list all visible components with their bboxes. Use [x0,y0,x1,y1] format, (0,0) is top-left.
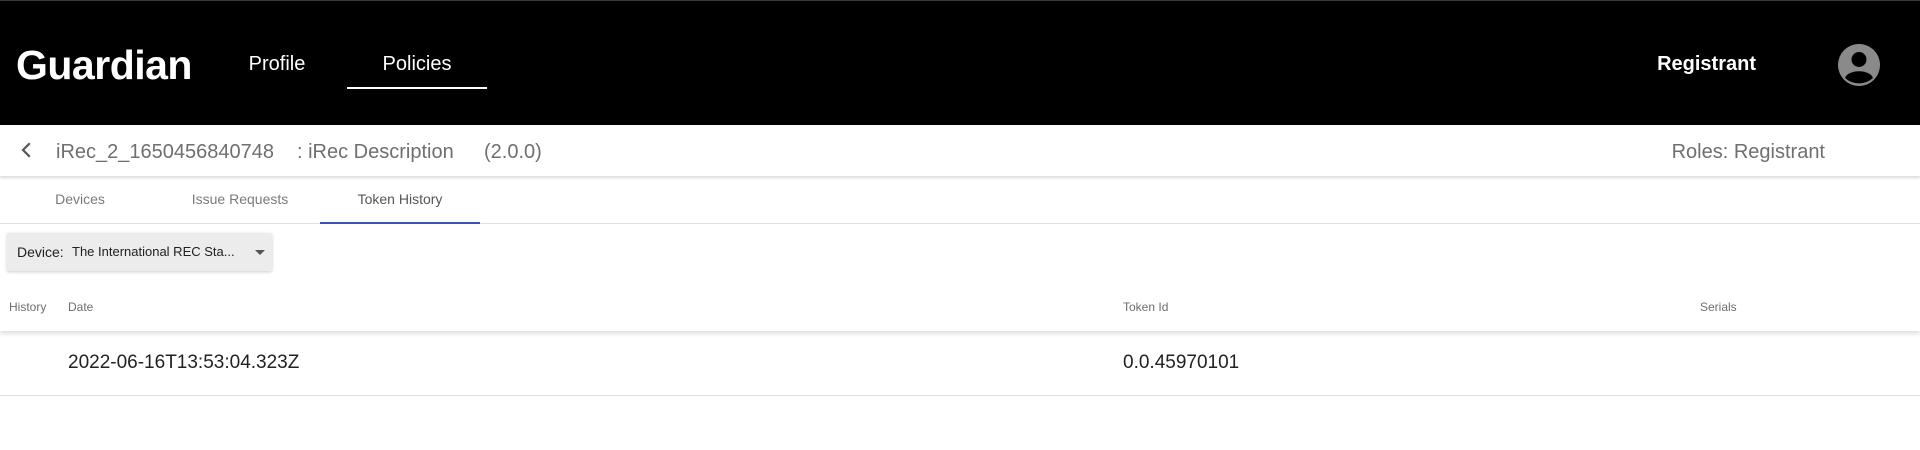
policy-tabs: Devices Issue Requests Token History [0,176,1920,224]
app-header: Guardian Profile Policies Registrant [0,0,1920,125]
chevron-left-icon[interactable] [14,137,38,163]
tab-token-history[interactable]: Token History [320,176,480,224]
account-circle-icon[interactable] [1838,44,1880,86]
column-header-serials[interactable]: Serials [1700,299,1737,315]
user-name: Registrant [1657,53,1756,75]
tab-devices[interactable]: Devices [0,176,160,224]
cell-token-id: 0.0.45970101 [1123,352,1240,373]
caret-down-icon [255,250,265,255]
column-header-history[interactable]: History [9,299,46,315]
cell-date: 2022-06-16T13:53:04.323Z [68,352,300,373]
policy-bar: iRec_2_1650456840748 : iRec Description … [0,125,1920,176]
device-select-value: The International REC Sta... [72,244,235,259]
column-header-token-id[interactable]: Token Id [1123,299,1168,315]
table-row[interactable]: 2022-06-16T13:53:04.323Z 0.0.45970101 [0,333,1920,396]
app-logo: Guardian [16,42,192,88]
nav-tab-profile[interactable]: Profile [232,47,322,89]
policy-name: iRec_2_1650456840748 [56,141,274,163]
column-header-date[interactable]: Date [68,299,93,315]
device-select-label: Device: [17,244,64,260]
tab-issue-requests[interactable]: Issue Requests [160,176,320,224]
device-select[interactable]: Device: The International REC Sta... [7,233,272,271]
policy-version: (2.0.0) [484,141,542,163]
table-header: History Date Token Id Serials [0,283,1920,331]
policy-description: : iRec Description [297,141,454,163]
nav-tab-policies[interactable]: Policies [347,47,487,89]
roles-label: Roles: Registrant [1671,141,1825,163]
